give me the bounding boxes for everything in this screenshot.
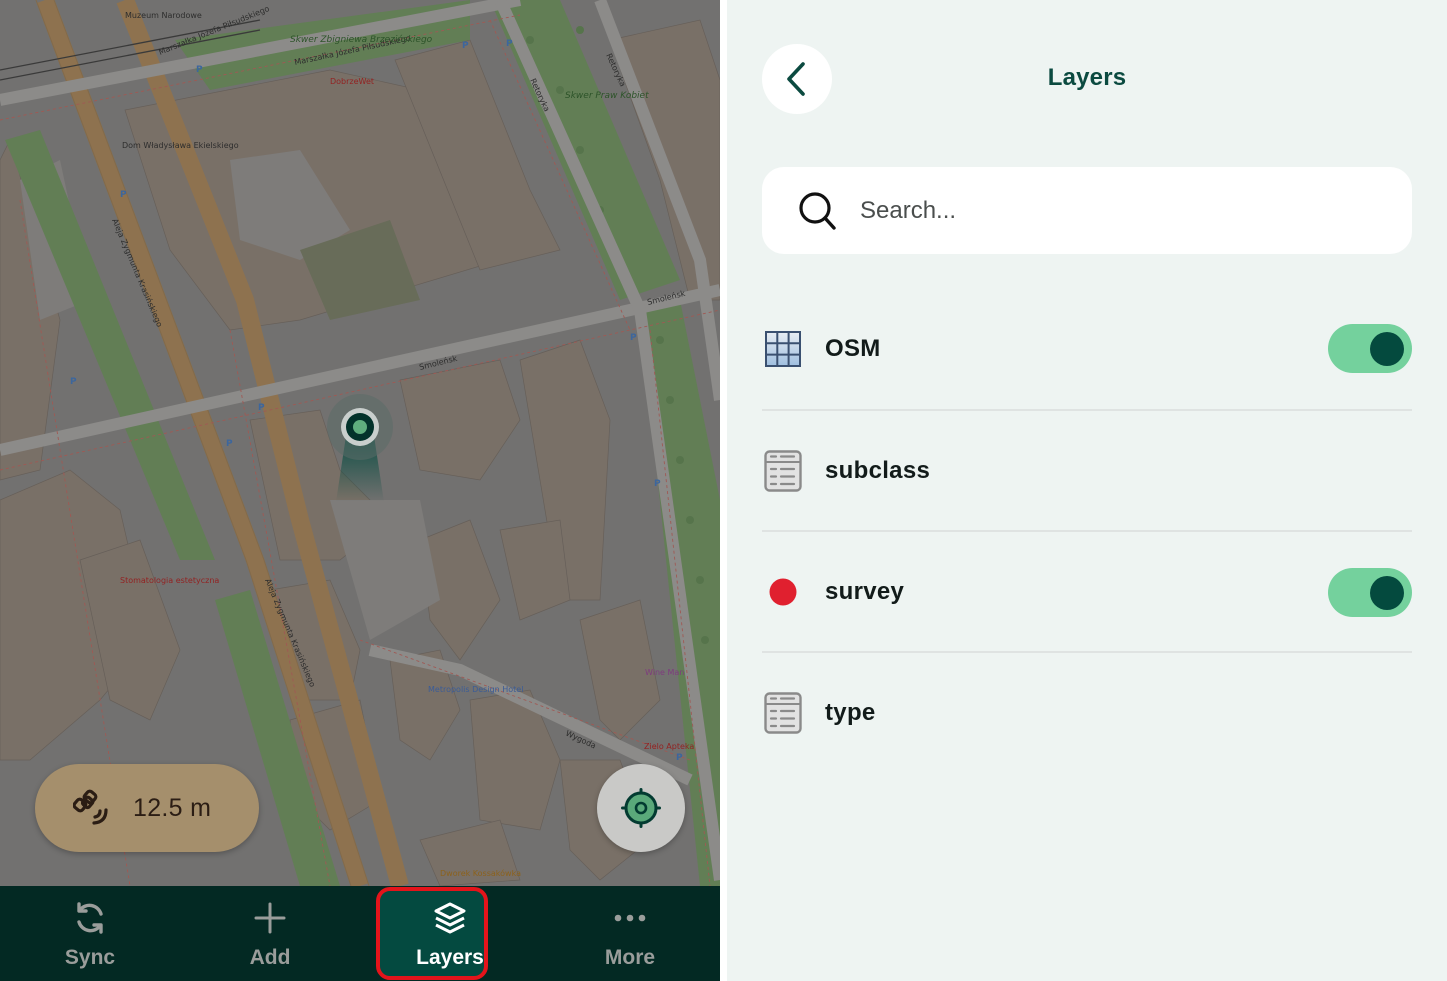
nav-more-label: More bbox=[604, 946, 656, 969]
nav-more-button[interactable]: More bbox=[540, 886, 720, 981]
layer-name: type bbox=[825, 698, 876, 726]
layers-icon bbox=[434, 902, 466, 934]
search-input[interactable] bbox=[860, 196, 1360, 225]
nav-add-label: Add bbox=[249, 946, 291, 969]
layer-name: survey bbox=[825, 577, 905, 605]
layer-row-type[interactable]: type bbox=[762, 651, 1412, 772]
layers-panel: Layers Search... OSM subclass survey typ… bbox=[727, 0, 1447, 981]
page-title: Layers bbox=[1047, 64, 1127, 91]
toggle-knob bbox=[1370, 332, 1404, 366]
nav-add-button[interactable]: Add bbox=[180, 886, 360, 981]
screen-divider bbox=[720, 0, 727, 981]
raster-grid-icon bbox=[763, 329, 803, 369]
layer-list: OSM subclass survey type bbox=[762, 288, 1412, 772]
layer-visibility-toggle-survey[interactable] bbox=[1328, 568, 1412, 617]
search-icon bbox=[799, 191, 836, 230]
more-dots-icon bbox=[614, 914, 646, 922]
layer-name: OSM bbox=[825, 334, 881, 362]
layer-row-survey[interactable]: survey bbox=[762, 530, 1412, 651]
layer-search-field[interactable] bbox=[762, 167, 1412, 254]
nav-sync-button[interactable]: Sync bbox=[0, 886, 180, 981]
table-icon bbox=[763, 449, 803, 492]
layer-row-subclass[interactable]: subclass bbox=[762, 409, 1412, 530]
point-layer-icon bbox=[763, 572, 803, 612]
layer-visibility-toggle-osm[interactable] bbox=[1328, 324, 1412, 373]
nav-sync-label: Sync bbox=[64, 946, 116, 969]
sync-icon bbox=[77, 902, 103, 934]
satellite-icon bbox=[73, 789, 108, 825]
toggle-knob bbox=[1370, 576, 1404, 610]
bottom-navigation-bar: Sync Add Layers More bbox=[0, 886, 720, 981]
map-screen: Marszałka Józefa Piłsudskiego Marszałka … bbox=[0, 0, 720, 981]
center-location-button[interactable] bbox=[597, 764, 685, 852]
table-icon bbox=[763, 691, 803, 734]
app-root: Marszałka Józefa Piłsudskiego Marszałka … bbox=[0, 0, 1447, 981]
user-location-marker bbox=[327, 394, 393, 502]
gps-accuracy-value: 12.5 m bbox=[133, 793, 212, 822]
nav-layers-label: Layers bbox=[416, 946, 484, 969]
nav-layers-button[interactable]: Layers bbox=[360, 886, 540, 981]
plus-icon bbox=[254, 902, 286, 934]
gps-crosshair-icon bbox=[621, 788, 661, 828]
layer-row-osm[interactable]: OSM bbox=[762, 288, 1412, 409]
gps-accuracy-indicator[interactable]: 12.5 m bbox=[35, 764, 259, 852]
layer-name: subclass bbox=[825, 456, 931, 484]
